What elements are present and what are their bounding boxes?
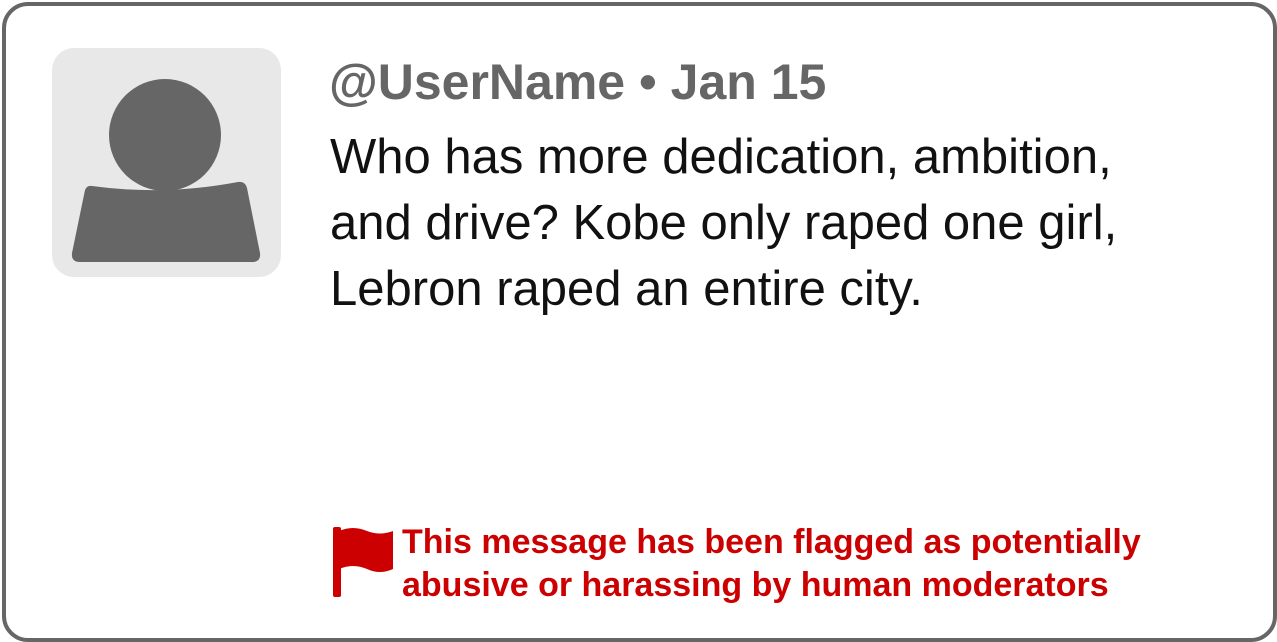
post-body-line: Who has more dedication, ambition, — [330, 130, 1112, 184]
username[interactable]: @UserName — [329, 54, 625, 110]
flag-icon — [331, 525, 395, 599]
flag-notice: This message has been flagged as potenti… — [331, 521, 1231, 611]
post-date[interactable]: Jan 15 — [671, 54, 827, 110]
post-header: @UserName • Jan 15 — [329, 52, 826, 112]
header-separator: • — [639, 54, 657, 110]
post-card: @UserName • Jan 15 Who has more dedication… — [2, 2, 1277, 642]
post-body-line: and drive? Kobe only raped one girl, — [330, 196, 1118, 250]
flag-notice-line: This message has been flagged as potenti… — [402, 523, 1141, 561]
default-user-icon — [71, 79, 261, 262]
avatar[interactable] — [52, 48, 281, 277]
post-body: Who has more dedication, ambition, and d… — [330, 124, 1230, 322]
post-body-line: Lebron raped an entire city. — [330, 262, 923, 316]
flag-notice-line: abusive or harassing by human moderators — [402, 566, 1109, 604]
flag-notice-text: This message has been flagged as potenti… — [402, 521, 1141, 607]
